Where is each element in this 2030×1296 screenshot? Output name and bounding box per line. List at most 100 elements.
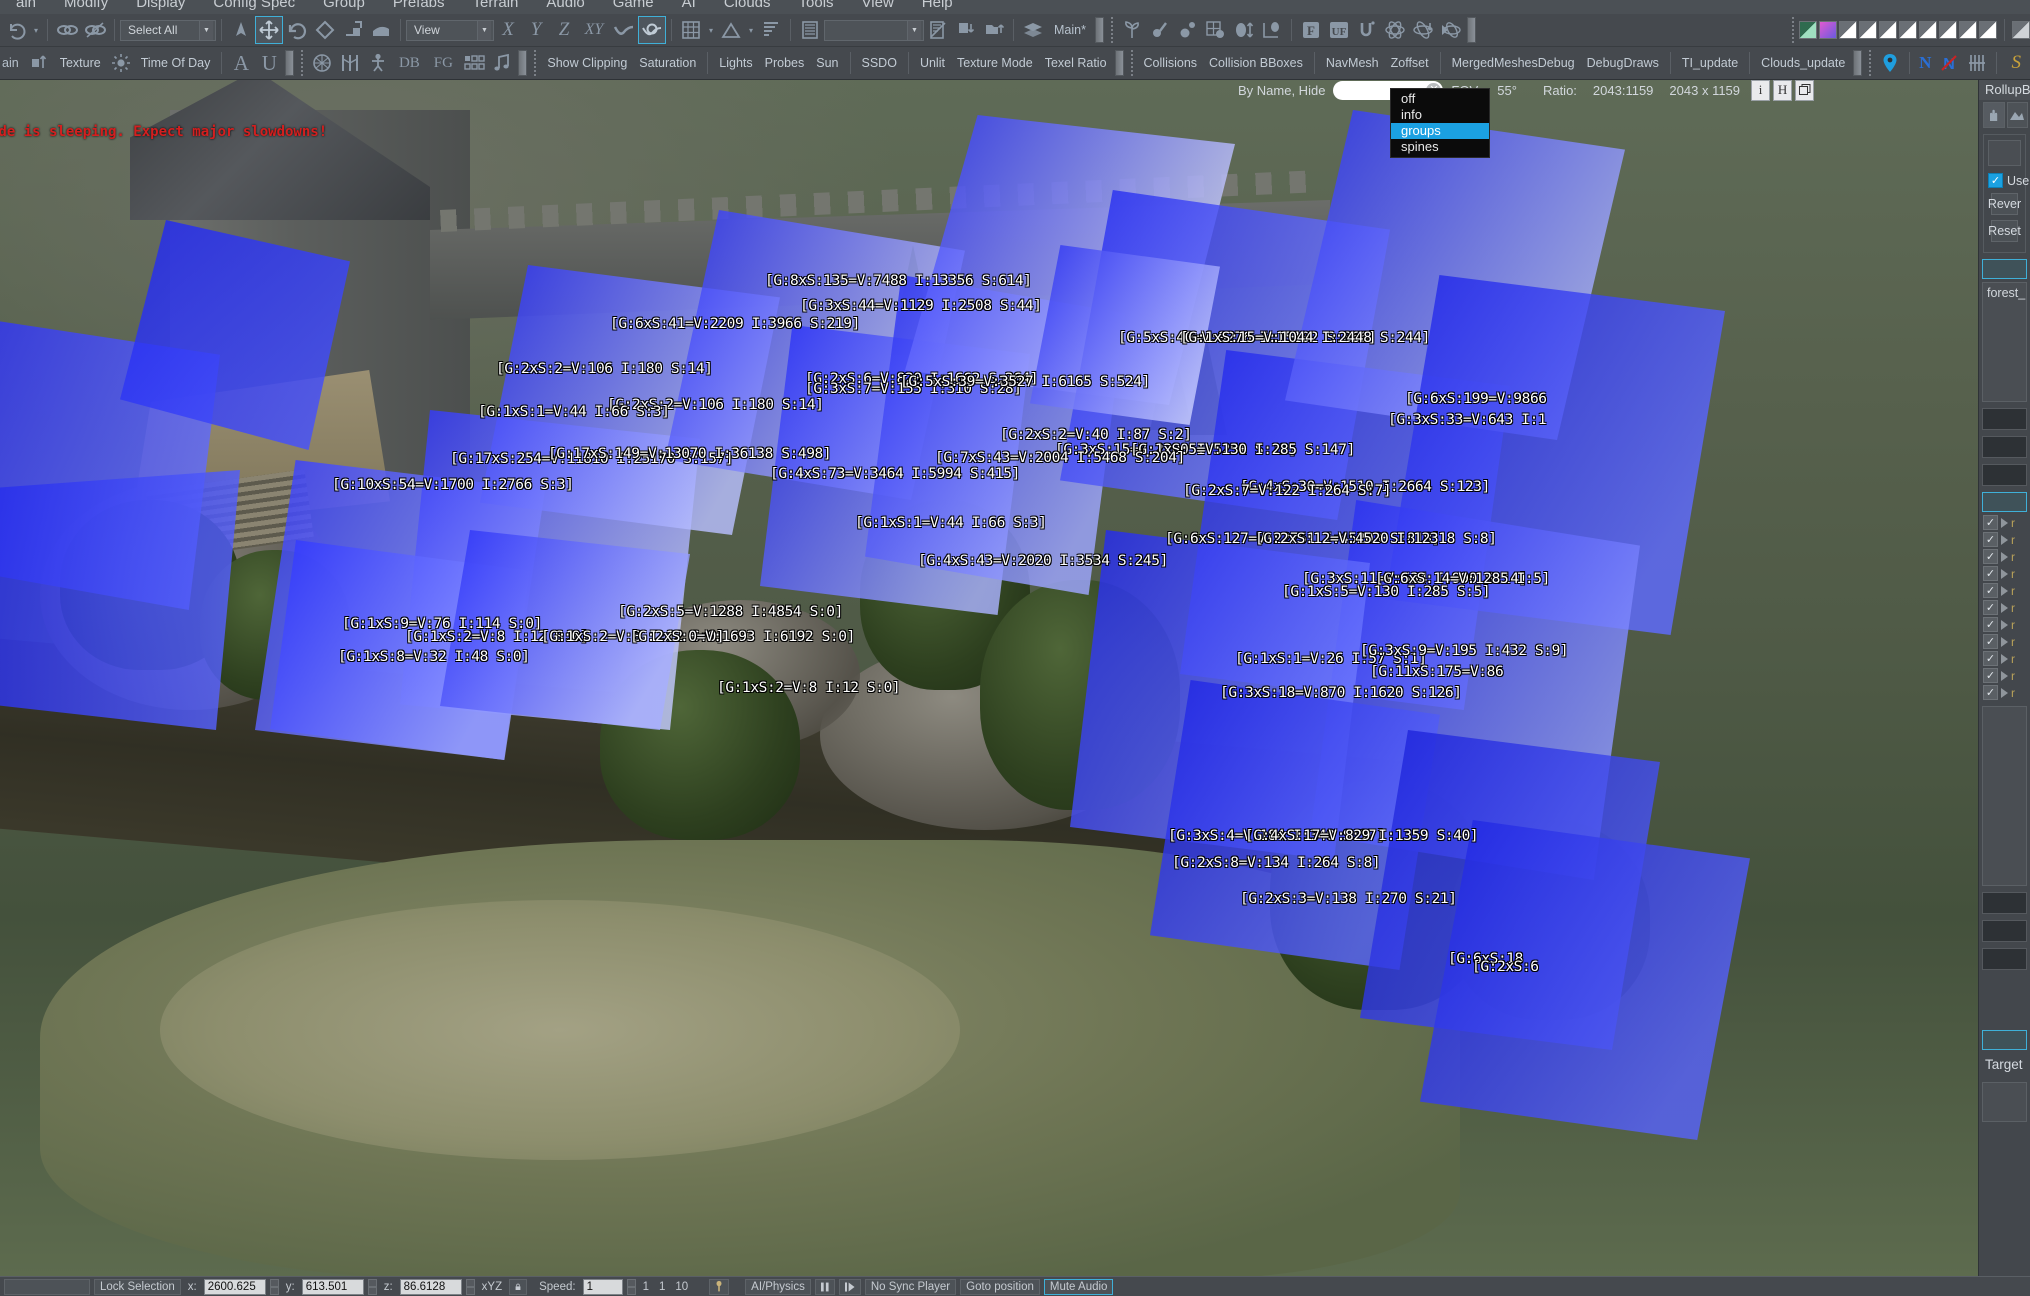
toolbar-grip[interactable] xyxy=(1853,50,1863,76)
import-export-icon[interactable] xyxy=(26,49,54,77)
palette-swatch[interactable] xyxy=(1839,21,1857,39)
pivot-icon[interactable] xyxy=(339,16,367,44)
time-of-day-button[interactable]: Time Of Day xyxy=(135,56,217,70)
expand-triangle-icon[interactable] xyxy=(2001,568,2008,579)
saturation-button[interactable]: Saturation xyxy=(633,56,702,70)
terrain-value-field[interactable] xyxy=(1988,140,2021,166)
palette-swatch[interactable] xyxy=(1959,21,1977,39)
expand-triangle-icon[interactable] xyxy=(2001,551,2008,562)
chevron-down-icon[interactable]: ▼ xyxy=(477,20,491,40)
ruler-icon[interactable] xyxy=(1963,49,1991,77)
layer-checkbox-row[interactable]: ✓ r xyxy=(1983,566,2026,581)
z-value-field[interactable]: 86.6128 xyxy=(399,1278,462,1295)
grid-object-icon[interactable] xyxy=(1202,16,1230,44)
no-sync-player-button[interactable]: No Sync Player xyxy=(864,1278,957,1295)
z-spinner[interactable] xyxy=(465,1278,475,1295)
mesh-icon[interactable] xyxy=(308,49,336,77)
search-mode-label[interactable]: By Name, Hide xyxy=(1230,83,1333,98)
palette-swatch[interactable] xyxy=(1919,21,1937,39)
unfreeze-icon[interactable]: UF xyxy=(1325,16,1353,44)
3d-viewport[interactable]: ode is sleeping. Expect major slowdowns!… xyxy=(0,80,1978,1276)
ambient-a-button[interactable]: A xyxy=(227,49,255,77)
chevron-down-icon[interactable]: ▾ xyxy=(745,16,757,44)
expand-triangle-icon[interactable] xyxy=(2001,687,2008,698)
s-icon[interactable]: S xyxy=(2002,49,2030,77)
x-value-field[interactable]: 2600.625 xyxy=(203,1278,266,1295)
current-layer-label[interactable]: Main* xyxy=(1047,14,1093,47)
physics-reset-icon[interactable] xyxy=(1437,16,1465,44)
speed-value-field[interactable]: 1 xyxy=(582,1278,623,1295)
menu-item-display[interactable]: Display xyxy=(122,0,199,10)
terrain-axis-icon[interactable] xyxy=(610,16,638,44)
toolbar-handle[interactable] xyxy=(534,50,537,76)
checkbox-checked-icon[interactable]: ✓ xyxy=(1983,515,1998,530)
layer-checkbox-row[interactable]: ✓ r xyxy=(1983,634,2026,649)
terrain-pin-icon[interactable] xyxy=(709,1278,730,1295)
layers-icon[interactable] xyxy=(796,16,824,44)
expand-triangle-icon[interactable] xyxy=(2001,619,2008,630)
layer-checkbox-row[interactable]: ✓ r xyxy=(1983,651,2026,666)
checkbox-checked-icon[interactable]: ✓ xyxy=(1983,668,1998,683)
texel-ratio-button[interactable]: Texel Ratio xyxy=(1039,56,1113,70)
checkbox-checked-icon[interactable]: ✓ xyxy=(1988,173,2003,188)
layer-checkbox-row[interactable]: ✓ r xyxy=(1983,532,2026,547)
helper-toggle-button[interactable]: H xyxy=(1773,79,1793,101)
n-red-icon[interactable]: N xyxy=(1935,49,1963,77)
checkbox-checked-icon[interactable]: ✓ xyxy=(1983,617,1998,632)
expand-triangle-icon[interactable] xyxy=(2001,517,2008,528)
palette-swatch[interactable] xyxy=(1799,21,1817,39)
layer-checkbox-row[interactable]: ✓ r xyxy=(1983,583,2026,598)
axis-y-button[interactable]: Y xyxy=(522,16,550,44)
toolbar-handle[interactable] xyxy=(1130,50,1133,76)
menu-item-config-spec[interactable]: Config Spec xyxy=(199,0,309,10)
scale-icon[interactable] xyxy=(311,16,339,44)
palette-swatch[interactable] xyxy=(1939,21,1957,39)
menu-item-modify[interactable]: Modify xyxy=(50,0,122,10)
goto-selection-icon[interactable] xyxy=(924,16,952,44)
expand-triangle-icon[interactable] xyxy=(2001,534,2008,545)
load-selection-icon[interactable] xyxy=(980,16,1008,44)
db-button[interactable]: DB xyxy=(392,49,426,77)
rollup-action-button[interactable] xyxy=(1982,948,2027,970)
layer-stack-icon[interactable] xyxy=(1019,16,1047,44)
texture-button[interactable]: Texture xyxy=(54,56,107,70)
checkbox-checked-icon[interactable]: ✓ xyxy=(1983,566,1998,581)
layer-checkbox-row[interactable]: ✓ r xyxy=(1983,549,2026,564)
menu-item-main[interactable]: ain xyxy=(2,0,50,10)
menu-item-tools[interactable]: Tools xyxy=(785,0,848,10)
chevron-down-icon[interactable]: ▾ xyxy=(705,16,717,44)
checkbox-checked-icon[interactable]: ✓ xyxy=(1983,685,1998,700)
sun-button[interactable]: Sun xyxy=(810,56,844,70)
fullscreen-icon[interactable] xyxy=(1795,79,1815,101)
checkbox-checked-icon[interactable]: ✓ xyxy=(1983,532,1998,547)
speed-preset-3[interactable]: 10 xyxy=(672,1281,691,1293)
revert-button[interactable]: Rever xyxy=(1988,193,2021,215)
tiles-icon[interactable] xyxy=(460,49,488,77)
expand-triangle-icon[interactable] xyxy=(2001,670,2008,681)
ambient-u-button[interactable]: U xyxy=(255,49,283,77)
n-icon[interactable]: N xyxy=(1915,49,1935,77)
layer-checkbox-row[interactable]: ✓ r xyxy=(1983,668,2026,683)
magnet-icon[interactable] xyxy=(1353,16,1381,44)
object-icon[interactable] xyxy=(1174,16,1202,44)
menu-item-prefabs[interactable]: Prefabs xyxy=(379,0,459,10)
palette-swatch[interactable] xyxy=(1879,21,1897,39)
align-to-object-icon[interactable] xyxy=(1258,16,1286,44)
debug-draws-button[interactable]: DebugDraws xyxy=(1581,56,1665,70)
music-note-icon[interactable] xyxy=(488,49,516,77)
toolbar-grip[interactable] xyxy=(1466,17,1476,43)
palette-swatch[interactable] xyxy=(1859,21,1877,39)
collisions-button[interactable]: Collisions xyxy=(1138,56,1204,70)
expand-triangle-icon[interactable] xyxy=(2001,602,2008,613)
properties-area[interactable] xyxy=(1982,706,2027,886)
info-toggle-button[interactable]: i xyxy=(1751,79,1771,101)
show-clipping-button[interactable]: Show Clipping xyxy=(541,56,633,70)
hand-objects-icon[interactable] xyxy=(1983,102,2005,128)
arrow-select-icon[interactable] xyxy=(227,16,255,44)
clouds-update-button[interactable]: Clouds_update xyxy=(1755,56,1851,70)
axis-x-button[interactable]: X xyxy=(494,16,522,44)
mergedmeshes-debug-dropdown[interactable]: off info groups spines xyxy=(1390,88,1490,158)
layer-checkbox-row[interactable]: ✓ r xyxy=(1983,617,2026,632)
use-terrain-checkbox-row[interactable]: ✓ Use T xyxy=(1988,173,2030,188)
menu-item-help[interactable]: Help xyxy=(908,0,967,10)
